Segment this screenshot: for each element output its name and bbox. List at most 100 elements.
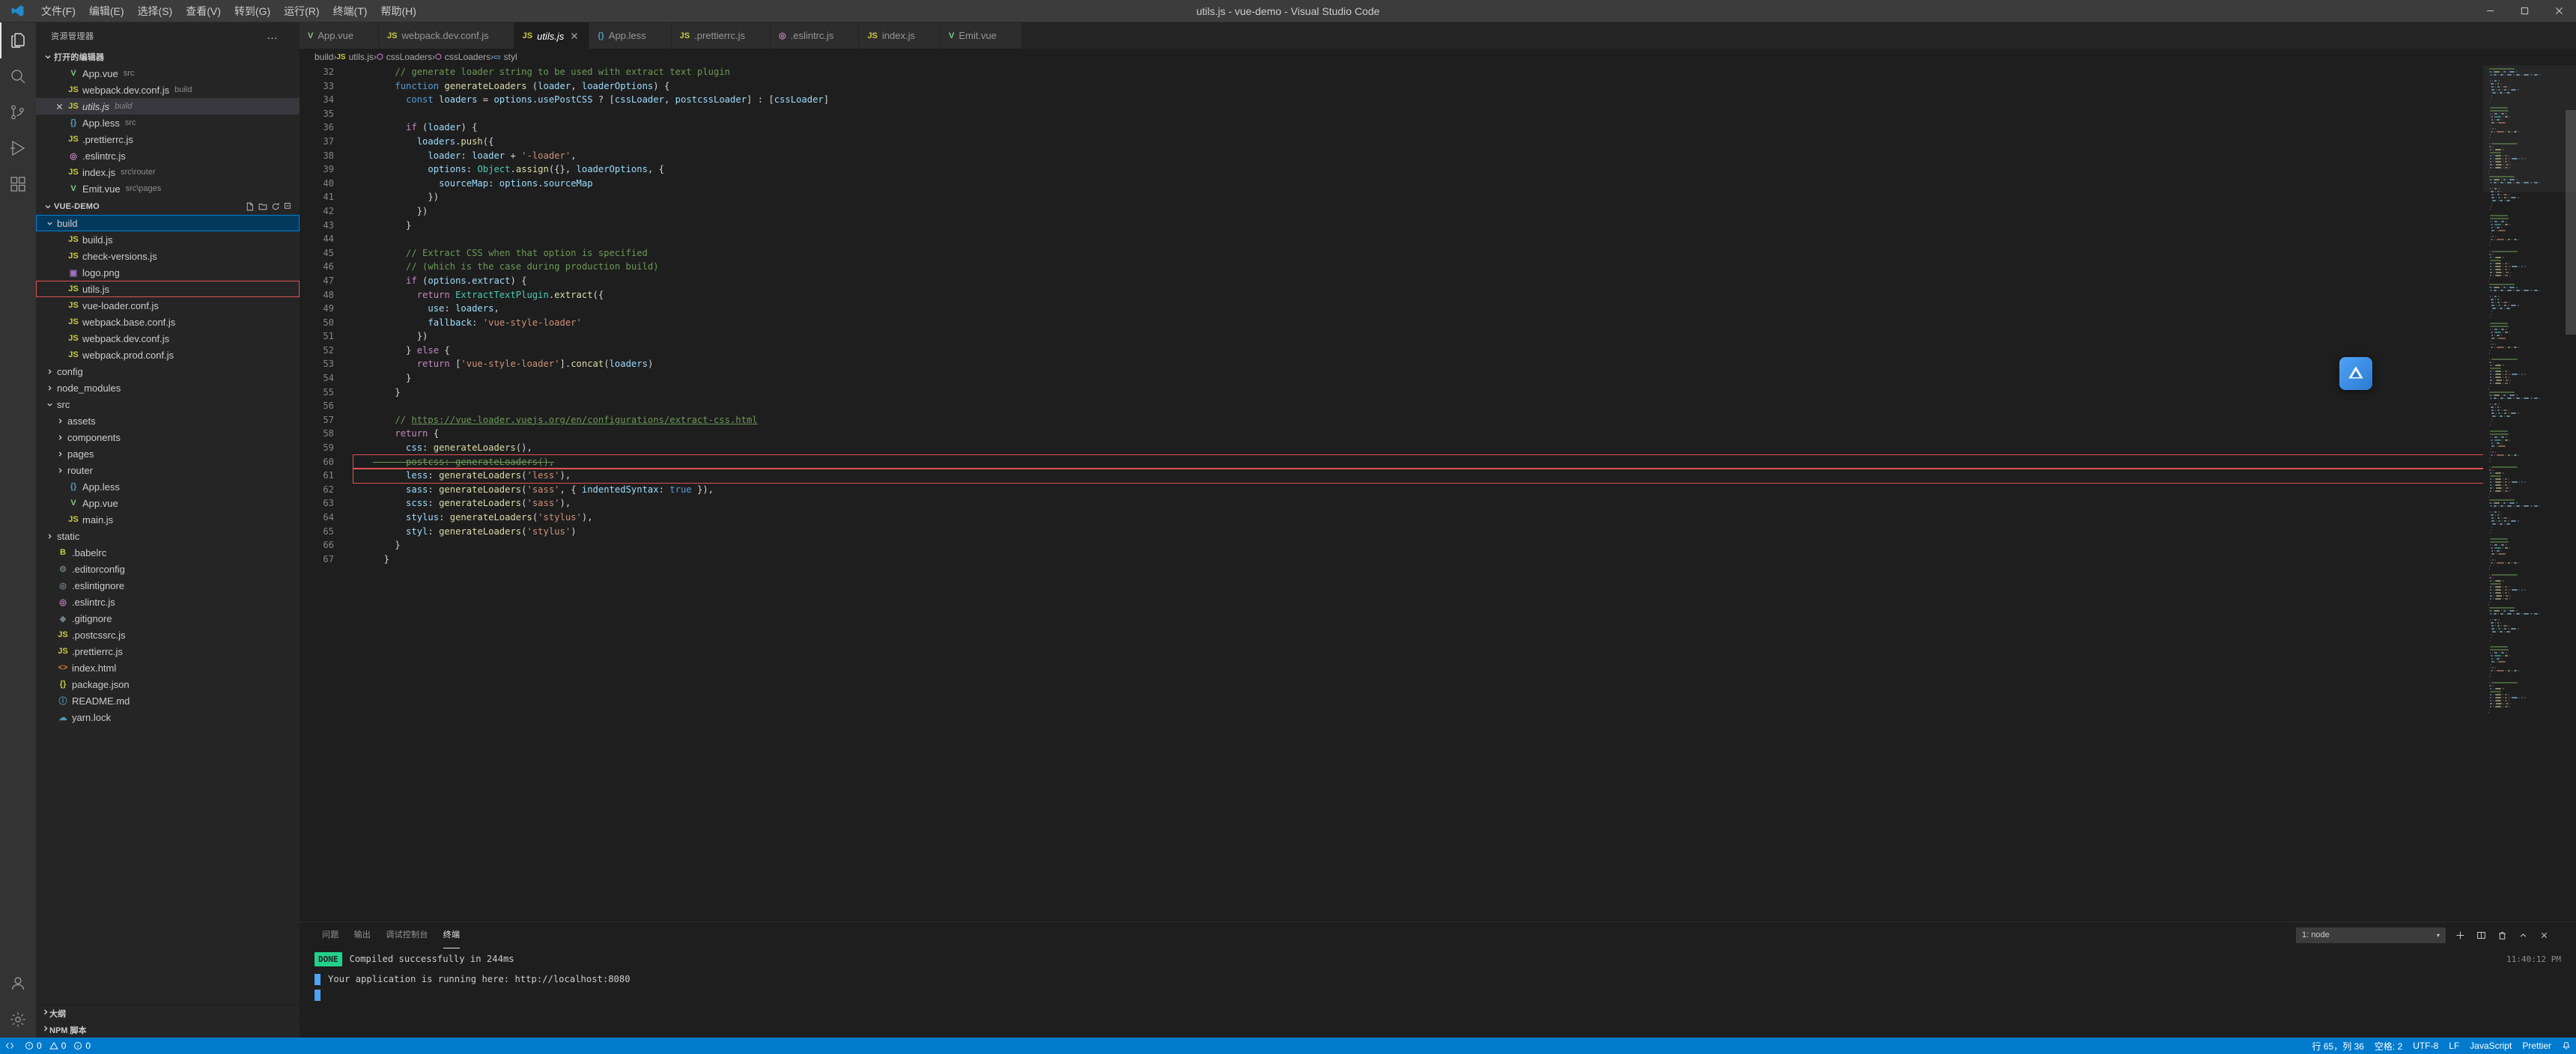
status-indentation[interactable]: 空格: 2 <box>2369 1038 2408 1054</box>
chevron-right-icon[interactable] <box>54 418 66 424</box>
chevron-right-icon[interactable] <box>43 385 55 392</box>
open-editor-item[interactable]: JS index.js src\router <box>36 164 300 180</box>
terminal-output[interactable]: DONE Compiled successfully in 244ms 11:4… <box>300 948 2576 1038</box>
status-notifications[interactable] <box>2557 1038 2576 1054</box>
panel-tab-output[interactable]: 输出 <box>347 922 379 948</box>
code-editor[interactable]: 32 // generate loader string to be used … <box>300 65 2576 922</box>
tree-file-row[interactable]: JS .prettierrc.js <box>36 643 300 659</box>
breadcrumb-item[interactable]: ▭ styl <box>493 52 517 62</box>
panel-tab-debug-console[interactable]: 调试控制台 <box>378 922 436 948</box>
activity-explorer[interactable] <box>0 22 36 58</box>
tree-file-row[interactable]: ▣ logo.png <box>36 264 300 281</box>
close-tab-icon[interactable] <box>568 32 580 40</box>
status-eol[interactable]: LF <box>2443 1038 2464 1054</box>
open-editor-item[interactable]: JS utils.js build <box>36 98 300 115</box>
status-errors[interactable]: 0 0 0 <box>19 1038 96 1054</box>
maximize-panel-icon[interactable] <box>2516 928 2530 942</box>
tree-file-row[interactable]: <> index.html <box>36 659 300 676</box>
open-editor-item[interactable]: ◎ .eslintrc.js <box>36 147 300 164</box>
terminal-selector[interactable]: 1: node ▾ <box>2296 927 2446 943</box>
tree-file-row[interactable]: JS build.js <box>36 231 300 248</box>
activity-source-control[interactable] <box>0 94 36 130</box>
tree-file-row[interactable]: JS webpack.base.conf.js <box>36 314 300 330</box>
chevron-right-icon[interactable] <box>54 467 66 474</box>
menu-help[interactable]: 帮助(H) <box>374 0 422 22</box>
kill-terminal-icon[interactable] <box>2495 928 2509 942</box>
menu-bar[interactable]: 文件(F) 编辑(E) 选择(S) 查看(V) 转到(G) 运行(R) 终端(T… <box>34 0 423 22</box>
tree-file-row[interactable]: {} App.less <box>36 478 300 495</box>
tree-folder-row[interactable]: router <box>36 462 300 478</box>
chevron-down-icon[interactable] <box>43 401 55 408</box>
editor-tab[interactable]: JS webpack.dev.conf.js <box>379 22 514 49</box>
editor-tab[interactable]: V Emit.vue <box>940 22 1022 49</box>
tree-file-row[interactable]: B .babelrc <box>36 544 300 561</box>
minimap[interactable] <box>2483 65 2576 922</box>
tree-folder-row[interactable]: node_modules <box>36 380 300 396</box>
tree-file-row[interactable]: ⓘ README.md <box>36 692 300 709</box>
tree-folder-row[interactable]: config <box>36 363 300 380</box>
editor-tab[interactable]: JS .prettierrc.js <box>671 22 771 49</box>
tree-file-row[interactable]: {} package.json <box>36 676 300 692</box>
chevron-right-icon[interactable] <box>43 368 55 375</box>
activity-search[interactable] <box>0 58 36 94</box>
chevron-down-icon[interactable] <box>43 220 55 227</box>
tree-file-row[interactable]: JS vue-loader.conf.js <box>36 297 300 314</box>
status-language-mode[interactable]: JavaScript <box>2464 1038 2517 1054</box>
tree-folder-row[interactable]: src <box>36 396 300 412</box>
add-terminal-icon[interactable] <box>2453 928 2467 942</box>
menu-selection[interactable]: 选择(S) <box>131 0 180 22</box>
status-remote[interactable] <box>0 1038 19 1054</box>
open-editor-item[interactable]: V Emit.vue src\pages <box>36 180 300 197</box>
tree-file-row[interactable]: ⚙ .editorconfig <box>36 561 300 577</box>
breadcrumb-item[interactable]: ⬡ cssLoaders <box>377 52 432 62</box>
close-panel-icon[interactable] <box>2537 928 2551 942</box>
open-editor-item[interactable]: JS webpack.dev.conf.js build <box>36 82 300 98</box>
tree-file-row[interactable]: JS main.js <box>36 511 300 528</box>
editor-tab[interactable]: JS index.js <box>859 22 941 49</box>
maximize-button[interactable] <box>2507 0 2542 22</box>
tree-folder-row[interactable]: assets <box>36 412 300 429</box>
panel-tab-terminal[interactable]: 终端 <box>436 922 468 948</box>
editor-scrollbar[interactable] <box>2566 65 2576 922</box>
menu-terminal[interactable]: 终端(T) <box>326 0 374 22</box>
editor-tab[interactable]: {} App.less <box>589 22 672 49</box>
breadcrumb-item[interactable]: JS utils.js <box>336 52 374 62</box>
menu-file[interactable]: 文件(F) <box>34 0 82 22</box>
breadcrumb-item[interactable]: build <box>315 52 333 62</box>
chevron-right-icon[interactable] <box>43 533 55 540</box>
tree-file-row[interactable]: V App.vue <box>36 495 300 511</box>
tree-file-row[interactable]: JS webpack.dev.conf.js <box>36 330 300 347</box>
close-button[interactable] <box>2542 0 2576 22</box>
menu-edit[interactable]: 编辑(E) <box>82 0 131 22</box>
editor-tab[interactable]: JS utils.js <box>514 22 590 49</box>
editor-tab[interactable]: ◎ .eslintrc.js <box>771 22 860 49</box>
status-prettier[interactable]: Prettier <box>2517 1038 2557 1054</box>
panel-tab-problems[interactable]: 问题 <box>315 922 347 948</box>
tree-folder-row[interactable]: components <box>36 429 300 445</box>
activity-manage-gear[interactable] <box>0 1002 36 1038</box>
tree-file-row[interactable]: ◎ .eslintrc.js <box>36 594 300 610</box>
tree-folder-row[interactable]: pages <box>36 445 300 462</box>
status-cursor-position[interactable]: 行 65，列 36 <box>2307 1038 2369 1054</box>
chevron-right-icon[interactable] <box>54 434 66 441</box>
activity-run-and-debug[interactable] <box>0 130 36 166</box>
tree-folder-row[interactable]: static <box>36 528 300 544</box>
chevron-right-icon[interactable] <box>54 451 66 457</box>
tree-file-row[interactable]: JS check-versions.js <box>36 248 300 264</box>
minimize-button[interactable] <box>2473 0 2507 22</box>
explorer-actions[interactable] <box>246 202 300 211</box>
split-terminal-icon[interactable] <box>2474 928 2488 942</box>
section-project[interactable]: VUE-DEMO <box>36 198 300 215</box>
tree-file-row[interactable]: JS utils.js <box>36 281 300 297</box>
tree-file-row[interactable]: JS webpack.prod.conf.js <box>36 347 300 363</box>
editor-scrollbar-thumb[interactable] <box>2566 110 2576 335</box>
open-editor-item[interactable]: JS .prettierrc.js <box>36 131 300 147</box>
code-content[interactable]: 32 // generate loader string to be used … <box>300 65 2483 922</box>
tree-file-row[interactable]: JS .postcssrc.js <box>36 627 300 643</box>
activity-accounts[interactable] <box>0 966 36 1002</box>
status-encoding[interactable]: UTF-8 <box>2408 1038 2443 1054</box>
close-editor-icon[interactable] <box>52 103 66 110</box>
menu-view[interactable]: 查看(V) <box>179 0 228 22</box>
menu-run[interactable]: 运行(R) <box>277 0 326 22</box>
breadcrumb-item[interactable]: ⬡ cssLoaders <box>435 52 490 62</box>
